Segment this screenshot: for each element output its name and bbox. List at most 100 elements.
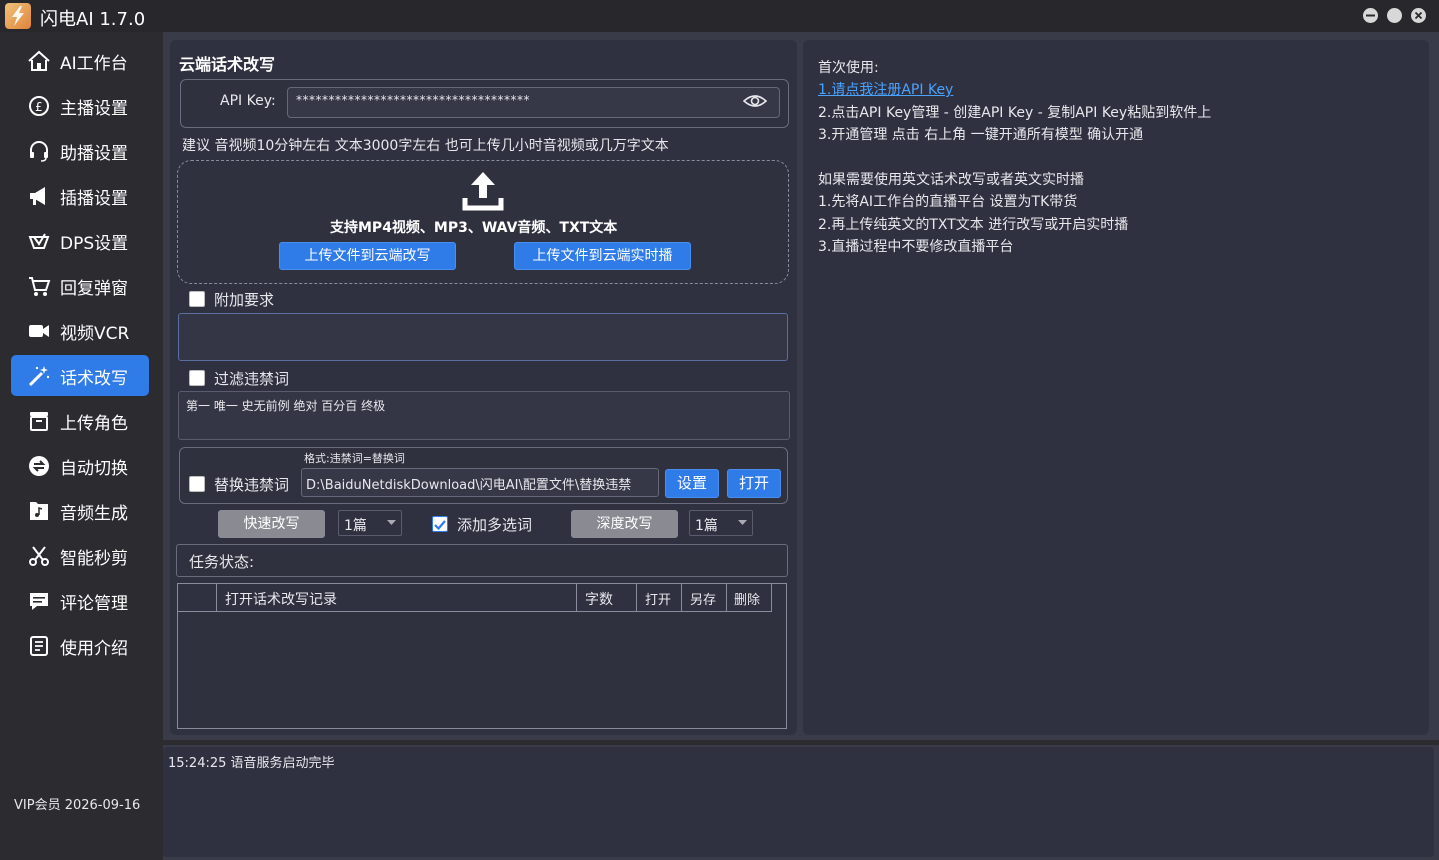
upload-live-button[interactable]: 上传文件到云端实时播 (514, 242, 691, 270)
register-api-key-link[interactable]: 1.请点我注册API Key (818, 79, 953, 99)
vip-status: VIP会员 2026-09-16 (14, 798, 141, 813)
table-header-records[interactable]: 打开话术改写记录 (217, 584, 577, 612)
upload-rewrite-button[interactable]: 上传文件到云端改写 (279, 242, 456, 270)
replace-words-label: 替换违禁词 (214, 476, 290, 494)
home-icon (28, 50, 50, 71)
replace-format-hint: 格式:违禁词=替换词 (304, 452, 405, 465)
sidebar-item-reply-popup[interactable]: 回复弹窗 (11, 265, 149, 306)
fast-rewrite-button[interactable]: 快速改写 (218, 510, 325, 538)
sidebar-item-label: 音频生成 (60, 504, 128, 524)
multi-select-label: 添加多选词 (457, 516, 533, 534)
svg-text:£: £ (35, 100, 43, 114)
info-line: 3.开通管理 点击 右上角 一键开通所有模型 确认开通 (818, 127, 1144, 143)
minimize-icon[interactable] (1363, 8, 1378, 23)
table-header-word-count[interactable]: 字数 (577, 584, 637, 612)
sidebar-item-comments[interactable]: 评论管理 (11, 580, 149, 621)
video-camera-icon (29, 325, 49, 337)
table-header-delete[interactable]: 删除 (727, 584, 772, 612)
sidebar-item-upload-role[interactable]: 上传角色 (11, 400, 149, 441)
api-key-value: ************************************ (296, 93, 530, 107)
section-title: 云端话术改写 (179, 55, 276, 74)
comment-icon (30, 593, 48, 610)
headset-icon (30, 141, 48, 162)
fast-count-value: 1篇 (344, 518, 367, 534)
filter-words-label: 过滤违禁词 (214, 370, 290, 388)
sidebar-item-script-rewrite[interactable]: 话术改写 (11, 355, 149, 396)
sidebar-item-label: 自动切换 (60, 459, 128, 479)
sidebar-item-label: 插播设置 (60, 189, 128, 209)
sidebar-item-label: AI工作台 (60, 54, 128, 74)
sidebar-item-assistant[interactable]: 助播设置 (11, 130, 149, 171)
app-logo-icon (5, 3, 31, 29)
close-icon[interactable] (1411, 8, 1426, 23)
sidebar-item-label: 回复弹窗 (60, 279, 128, 299)
sidebar-item-label: 评论管理 (60, 594, 128, 614)
dps-icon (28, 233, 50, 249)
info-panel (803, 40, 1429, 735)
sidebar-item-anchor[interactable]: £ 主播设置 (11, 85, 149, 126)
extra-requirement-label: 附加要求 (214, 291, 275, 309)
chevron-down-icon (738, 520, 747, 525)
deep-count-select[interactable]: 1篇 (689, 510, 753, 536)
sidebar-item-label: 主播设置 (60, 99, 128, 119)
app-title: 闪电AI 1.7.0 (40, 9, 146, 30)
upload-formats: 支持MP4视频、MP3、WAV音频、TXT文本 (330, 220, 618, 236)
cart-icon (29, 277, 51, 296)
eye-icon[interactable] (742, 92, 768, 110)
replace-file-path-input[interactable]: D:\BaiduNetdiskDownload\闪电AI\配置文件\替换违禁 (301, 468, 659, 497)
box-icon (30, 412, 48, 431)
switch-icon (29, 456, 49, 476)
scissors-icon (29, 546, 49, 566)
sidebar-item-smart-cut[interactable]: 智能秒剪 (11, 535, 149, 576)
info-line: 如果需要使用英文话术改写或者英文实时播 (818, 172, 1084, 188)
info-line: 1.先将AI工作台的直播平台 设置为TK带货 (818, 194, 1078, 210)
sidebar-item-insert[interactable]: 插播设置 (11, 175, 149, 216)
info-line: 2.再上传纯英文的TXT文本 进行改写或开启实时播 (818, 217, 1129, 233)
info-line: 3.直播过程中不要修改直播平台 (818, 239, 1014, 255)
fast-count-select[interactable]: 1篇 (338, 510, 402, 536)
extra-requirement-checkbox[interactable] (189, 291, 205, 307)
sidebar-item-dps[interactable]: DPS设置 (11, 220, 149, 261)
sidebar-item-ai-workbench[interactable]: AI工作台 (11, 40, 149, 81)
table-header-save-as[interactable]: 另存 (682, 584, 727, 612)
filter-words-checkbox[interactable] (189, 370, 205, 386)
upload-icon (462, 172, 504, 211)
sidebar-item-label: 使用介绍 (60, 639, 128, 659)
sidebar-item-video-vcr[interactable]: 视频VCR (11, 310, 149, 351)
music-file-icon (30, 502, 48, 520)
table-header-open[interactable]: 打开 (637, 584, 682, 612)
table-header-index (178, 584, 217, 612)
deep-count-value: 1篇 (695, 518, 718, 534)
log-message: 15:24:25 语音服务启动完毕 (168, 756, 335, 771)
upload-hint: 建议 音视频10分钟左右 文本3000字左右 也可上传几小时音视频或几万字文本 (182, 138, 669, 154)
set-button[interactable]: 设置 (665, 469, 719, 498)
rewrite-records-table: 打开话术改写记录 字数 打开 另存 删除 (177, 583, 787, 729)
sidebar-item-label: 上传角色 (60, 414, 128, 434)
sidebar-item-label: 助播设置 (60, 144, 128, 164)
sidebar-item-label: 话术改写 (60, 369, 128, 389)
api-key-label: API Key: (220, 93, 276, 109)
sidebar-item-label: DPS设置 (60, 234, 129, 254)
extra-requirement-input[interactable] (178, 313, 788, 361)
sidebar-item-usage-intro[interactable]: 使用介绍 (11, 625, 149, 666)
replace-words-checkbox[interactable] (189, 476, 205, 492)
checkmark-icon (434, 520, 446, 531)
maximize-icon[interactable] (1387, 8, 1402, 23)
deep-rewrite-button[interactable]: 深度改写 (571, 510, 678, 538)
sidebar-item-audio-gen[interactable]: 音频生成 (11, 490, 149, 531)
open-button[interactable]: 打开 (727, 469, 781, 498)
title-bar: 闪电AI 1.7.0 (0, 0, 1439, 32)
multi-select-checkbox[interactable] (432, 516, 448, 532)
document-icon (30, 636, 48, 656)
chevron-down-icon (387, 520, 396, 525)
sidebar-item-auto-switch[interactable]: 自动切换 (11, 445, 149, 486)
info-line: 首次使用: (818, 60, 879, 76)
task-status-bar (176, 544, 788, 577)
info-line: 2.点击API Key管理 - 创建API Key - 复制API Key粘贴到… (818, 105, 1212, 121)
sidebar-item-label: 智能秒剪 (60, 549, 128, 569)
filter-words-value: 第一 唯一 史无前例 绝对 百分百 终极 (186, 399, 386, 413)
magic-wand-icon (28, 366, 50, 387)
replace-file-path-value: D:\BaiduNetdiskDownload\闪电AI\配置文件\替换违禁 (306, 478, 632, 493)
sidebar-item-label: 视频VCR (60, 324, 130, 344)
anchor-icon: £ (29, 96, 49, 116)
